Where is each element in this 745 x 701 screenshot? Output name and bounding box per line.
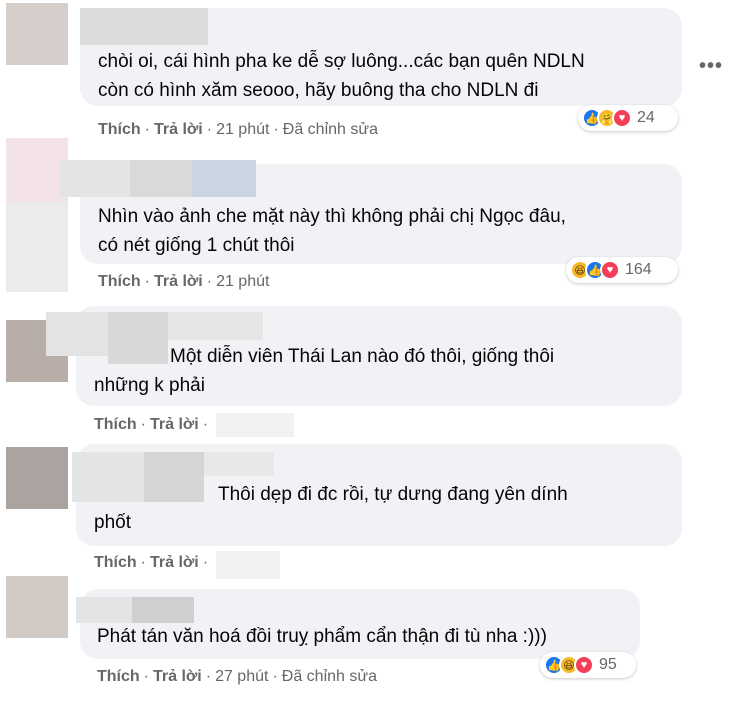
blurred-username: [46, 312, 108, 356]
reply-link[interactable]: Trả lời: [150, 554, 199, 571]
reply-link[interactable]: Trả lời: [154, 121, 203, 138]
avatar[interactable]: [6, 3, 68, 65]
edited-label: Đã chỉnh sửa: [281, 668, 377, 685]
like-link[interactable]: Thích: [94, 554, 137, 571]
reaction-count: 95: [599, 656, 617, 673]
comment-actions: Thích · Trả lời ·: [94, 416, 212, 434]
comment-time[interactable]: 21 phút: [216, 121, 269, 138]
comment-text-line: có nét giống 1 chút thôi: [98, 235, 295, 256]
comment-text-line: Một diễn viên Thái Lan nào đó thôi, giốn…: [170, 346, 555, 367]
avatar[interactable]: [6, 576, 68, 638]
avatar-blur: [6, 202, 68, 292]
blurred-time: [216, 551, 280, 579]
reaction-summary[interactable]: 👍 🤗 ♥ 24: [578, 105, 678, 131]
separator-dot: ·: [206, 273, 213, 290]
separator-dot: ·: [202, 554, 209, 571]
comment-text-line: phốt: [94, 512, 131, 533]
comment-text-line: còn có hình xăm seooo, hãy buông tha cho…: [98, 80, 539, 101]
comment-actions: Thích · Trả lời ·: [94, 554, 212, 572]
blurred-username: [76, 597, 132, 623]
comment-actions: Thích · Trả lời · 27 phút · Đã chỉnh sửa: [97, 668, 377, 686]
comment-actions: Thích · Trả lời · 21 phút · Đã chỉnh sửa: [98, 121, 378, 139]
blurred-username: [108, 312, 168, 364]
blurred-time: [216, 413, 294, 437]
like-link[interactable]: Thích: [98, 273, 141, 290]
love-reaction-icon: ♥: [574, 655, 594, 675]
separator-dot: ·: [140, 416, 146, 433]
love-reaction-icon: ♥: [600, 260, 620, 280]
comment-text-line: Thôi dẹp đi đc rồi, tự dưng đang yên dín…: [218, 484, 568, 505]
separator-dot: ·: [144, 273, 150, 290]
separator-dot: ·: [206, 121, 213, 138]
blurred-username: [192, 160, 256, 197]
comment-text-line: những k phải: [94, 375, 205, 396]
reply-link[interactable]: Trả lời: [153, 668, 202, 685]
reply-link[interactable]: Trả lời: [150, 416, 199, 433]
comment-time[interactable]: 27 phút: [215, 668, 268, 685]
reaction-count: 24: [637, 109, 655, 126]
blurred-username: [60, 160, 130, 197]
love-reaction-icon: ♥: [612, 108, 632, 128]
blurred-username: [204, 452, 274, 476]
blurred-username: [168, 312, 263, 340]
comment-actions: Thích · Trả lời · 21 phút: [98, 273, 269, 291]
comment-time[interactable]: 21 phút: [216, 273, 269, 290]
comment-text-line: Phát tán văn hoá đồi truỵ phẩm cẩn thận …: [97, 626, 547, 647]
separator-dot: ·: [205, 668, 212, 685]
separator-dot: ·: [202, 416, 209, 433]
avatar[interactable]: [6, 447, 68, 509]
edited-label: Đã chỉnh sửa: [282, 121, 378, 138]
like-link[interactable]: Thích: [94, 416, 137, 433]
avatar[interactable]: [6, 138, 68, 202]
reaction-summary[interactable]: 👍 😆 ♥ 95: [540, 652, 636, 678]
reaction-summary[interactable]: 😆 👍 ♥ 164: [566, 257, 678, 283]
blurred-username: [130, 160, 192, 197]
more-options-icon[interactable]: •••: [699, 55, 723, 78]
blurred-username: [72, 452, 144, 502]
blurred-username: [132, 597, 194, 623]
blurred-username: [80, 8, 208, 45]
comment-text-line: Nhìn vào ảnh che mặt này thì không phải …: [98, 206, 566, 227]
separator-dot: ·: [273, 121, 279, 138]
reaction-count: 164: [625, 261, 652, 278]
separator-dot: ·: [272, 668, 278, 685]
like-link[interactable]: Thích: [98, 121, 141, 138]
blurred-username: [144, 452, 204, 502]
separator-dot: ·: [144, 121, 150, 138]
separator-dot: ·: [143, 668, 149, 685]
separator-dot: ·: [140, 554, 146, 571]
comment-text-line: chòi oi, cái hình pha ke dễ sợ luông...c…: [98, 51, 585, 72]
like-link[interactable]: Thích: [97, 668, 140, 685]
reply-link[interactable]: Trả lời: [154, 273, 203, 290]
